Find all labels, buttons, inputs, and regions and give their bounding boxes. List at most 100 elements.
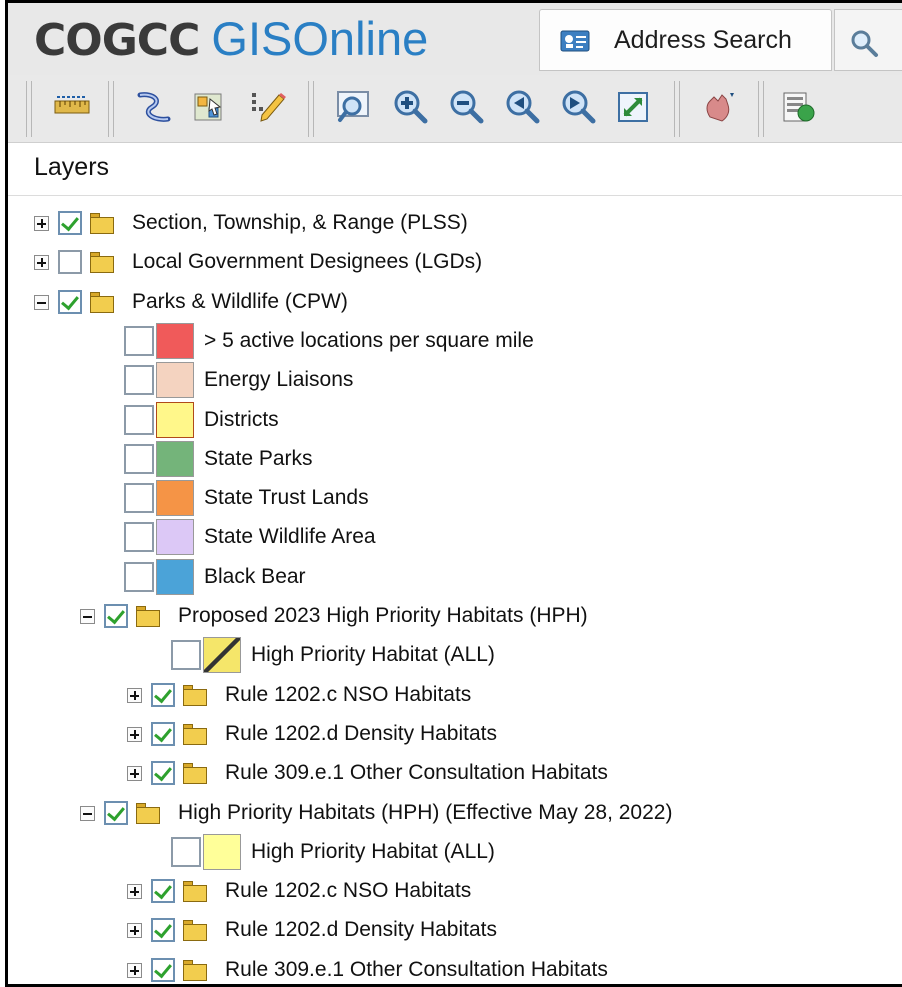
legend-swatch (203, 637, 241, 674)
map-toolbar (8, 75, 902, 143)
zoom-next-icon (562, 90, 596, 124)
layer-checkbox[interactable] (124, 483, 154, 514)
layer-group-row[interactable]: Section, Township, & Range (PLSS) (8, 205, 902, 241)
layer-checkbox[interactable] (171, 836, 201, 867)
layer-row[interactable]: High Priority Habitat (ALL) (8, 833, 902, 870)
map-layers-icon (783, 92, 815, 122)
layer-group-row[interactable]: Rule 1202.d Density Habitats (8, 912, 902, 948)
edit-button[interactable] (248, 87, 288, 127)
full-extent-icon (618, 92, 648, 122)
expand-icon[interactable] (127, 766, 142, 782)
zoom-previous-button[interactable] (502, 87, 542, 127)
zoom-out-button[interactable] (446, 87, 486, 127)
layer-row[interactable]: Districts (8, 401, 902, 438)
legend-swatch (156, 519, 194, 556)
layer-checkbox[interactable] (124, 404, 154, 435)
layer-group-row[interactable]: Parks & Wildlife (CPW) (8, 284, 902, 320)
layer-checkbox[interactable] (124, 365, 154, 396)
folder-icon (181, 722, 209, 746)
layer-checkbox[interactable] (124, 325, 154, 356)
layer-group-row[interactable]: High Priority Habitats (HPH) (Effective … (8, 795, 902, 831)
layer-group-row[interactable]: Rule 309.e.1 Other Consultation Habitats (8, 755, 902, 791)
layer-checkbox[interactable] (58, 289, 82, 314)
layer-group-row[interactable]: Rule 1202.d Density Habitats (8, 716, 902, 752)
layer-group-row[interactable]: Local Government Designees (LGDs) (8, 244, 902, 280)
layer-row[interactable]: High Priority Habitat (ALL) (8, 637, 902, 674)
legend-swatch (156, 558, 194, 595)
collapse-icon[interactable] (34, 294, 49, 310)
select-features-button[interactable] (190, 87, 230, 127)
layer-checkbox[interactable] (124, 443, 154, 474)
app-logo: COGCC GISOnline (34, 11, 428, 67)
layer-checkbox[interactable] (151, 879, 175, 904)
toolbar-separator (308, 81, 314, 137)
layer-checkbox[interactable] (151, 957, 175, 982)
layer-row[interactable]: State Trust Lands (8, 480, 902, 517)
toolbar-separator (26, 81, 32, 137)
folder-icon (181, 879, 209, 903)
folder-icon (181, 918, 209, 942)
legend-swatch (156, 322, 194, 359)
draw-line-button[interactable] (134, 87, 174, 127)
zoom-in-button[interactable] (390, 87, 430, 127)
layer-checkbox[interactable] (124, 561, 154, 592)
logo-cogcc: COGCC (34, 15, 200, 66)
layer-group-row[interactable]: Proposed 2023 High Priority Habitats (HP… (8, 598, 902, 634)
layer-checkbox[interactable] (58, 211, 82, 235)
layer-group-row[interactable]: Rule 309.e.1 Other Consultation Habitats (8, 952, 902, 984)
expand-icon[interactable] (127, 687, 142, 703)
layer-label: High Priority Habitats (HPH) (Effective … (178, 800, 673, 824)
toolbar-separator (758, 81, 764, 137)
logo-gis: GIS (211, 12, 293, 65)
layer-row[interactable]: Energy Liaisons (8, 362, 902, 399)
collapse-icon[interactable] (80, 609, 95, 624)
search-icon (851, 30, 878, 57)
expand-icon[interactable] (34, 216, 49, 231)
layer-label: Rule 1202.d Density Habitats (225, 721, 497, 745)
layer-checkbox[interactable] (104, 800, 128, 825)
zoom-in-icon (394, 90, 428, 124)
measure-tool-button[interactable] (52, 87, 92, 127)
toolbar-separator (108, 81, 114, 137)
address-search-label: Address Search (614, 26, 792, 54)
toolbar-separator (674, 81, 680, 137)
layer-row[interactable]: Black Bear (8, 558, 902, 595)
folder-icon (88, 250, 116, 274)
expand-icon[interactable] (127, 884, 142, 900)
expand-icon[interactable] (127, 726, 142, 742)
layer-label: State Trust Lands (204, 486, 369, 510)
pan-button[interactable] (700, 87, 740, 127)
layer-row[interactable]: > 5 active locations per square mile (8, 322, 902, 359)
folder-icon (88, 290, 116, 314)
layer-group-row[interactable]: Rule 1202.c NSO Habitats (8, 677, 902, 713)
full-extent-button[interactable] (614, 87, 654, 127)
zoom-box-icon (337, 91, 369, 122)
search-button[interactable] (834, 9, 902, 71)
layer-checkbox[interactable] (58, 250, 82, 275)
layer-checkbox[interactable] (104, 604, 128, 628)
address-card-icon (560, 30, 590, 52)
layer-checkbox[interactable] (171, 640, 201, 671)
layer-checkbox[interactable] (124, 522, 154, 553)
zoom-box-button[interactable] (334, 87, 374, 127)
folder-icon (88, 211, 116, 235)
layer-checkbox[interactable] (151, 682, 175, 707)
pan-hand-icon (706, 93, 734, 122)
layer-checkbox[interactable] (151, 761, 175, 786)
layers-title: Layers (34, 153, 110, 181)
expand-icon[interactable] (127, 923, 142, 939)
map-layers-button[interactable] (780, 87, 820, 127)
expand-icon[interactable] (34, 255, 49, 271)
expand-icon[interactable] (127, 962, 142, 978)
layer-label: Proposed 2023 High Priority Habitats (HP… (178, 604, 588, 627)
collapse-icon[interactable] (80, 805, 95, 821)
layer-label: Rule 309.e.1 Other Consultation Habitats (225, 761, 608, 785)
layer-checkbox[interactable] (151, 721, 175, 746)
layer-group-row[interactable]: Rule 1202.c NSO Habitats (8, 873, 902, 909)
address-search-tab[interactable]: Address Search (539, 9, 832, 71)
layer-row[interactable]: State Wildlife Area (8, 519, 902, 556)
layer-checkbox[interactable] (151, 918, 175, 943)
layer-row[interactable]: State Parks (8, 440, 902, 477)
zoom-next-button[interactable] (558, 87, 598, 127)
layer-label: Section, Township, & Range (PLSS) (132, 211, 468, 234)
